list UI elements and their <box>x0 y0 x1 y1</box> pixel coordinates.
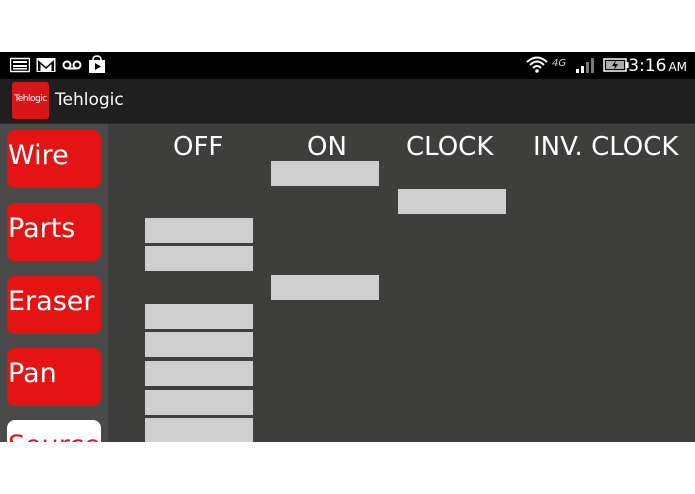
column-header-on: ON <box>307 132 347 162</box>
device-screen: 4G 3:16 AM Tehlogic Tehlogic Wire Parts E… <box>0 52 695 442</box>
off-source-block[interactable] <box>145 218 253 243</box>
tool-label: Pan <box>8 358 57 389</box>
on-source-block[interactable] <box>271 161 379 186</box>
column-header-clock: CLOCK <box>406 132 494 162</box>
circuit-canvas[interactable]: OFF ON CLOCK INV. CLOCK <box>108 124 695 442</box>
off-source-block[interactable] <box>145 332 253 357</box>
app-title: Tehlogic <box>55 90 124 110</box>
parts-tool-button[interactable]: Parts <box>7 203 101 261</box>
battery-charging-icon <box>603 58 629 72</box>
tool-label: Source <box>8 430 101 442</box>
on-source-block[interactable] <box>271 275 379 300</box>
status-time: 3:16 AM <box>628 56 687 76</box>
off-source-block[interactable] <box>145 304 253 329</box>
signal-icon <box>576 58 594 73</box>
gmail-icon <box>36 58 56 72</box>
tool-label: Parts <box>8 213 76 244</box>
source-tool-button[interactable]: Source <box>7 420 101 442</box>
play-store-icon <box>89 55 105 73</box>
status-bar: 4G 3:16 AM <box>0 52 695 79</box>
column-header-off: OFF <box>173 132 224 162</box>
eraser-tool-button[interactable]: Eraser <box>7 276 101 334</box>
voicemail-icon <box>62 60 82 70</box>
network-type-label: 4G <box>552 58 567 69</box>
off-source-block[interactable] <box>145 246 253 271</box>
time-value: 3:16 <box>628 56 667 76</box>
clock-source-block[interactable] <box>398 189 506 214</box>
off-source-block[interactable] <box>145 418 253 442</box>
app-logo-text: Tehlogic <box>14 94 47 104</box>
app-logo[interactable]: Tehlogic <box>12 82 49 119</box>
wifi-icon <box>526 56 548 73</box>
off-source-block[interactable] <box>145 361 253 386</box>
off-source-block[interactable] <box>145 390 253 415</box>
pan-tool-button[interactable]: Pan <box>7 348 101 406</box>
column-header-inv-clock: INV. CLOCK <box>533 132 679 162</box>
tool-label: Wire <box>8 140 69 171</box>
time-ampm: AM <box>668 60 687 74</box>
wire-tool-button[interactable]: Wire <box>7 130 101 188</box>
action-bar: Tehlogic Tehlogic <box>0 79 695 124</box>
tool-label: Eraser <box>8 286 95 317</box>
tool-sidebar[interactable]: Wire Parts Eraser Pan Source <box>0 124 108 442</box>
gallery-icon <box>10 57 30 73</box>
